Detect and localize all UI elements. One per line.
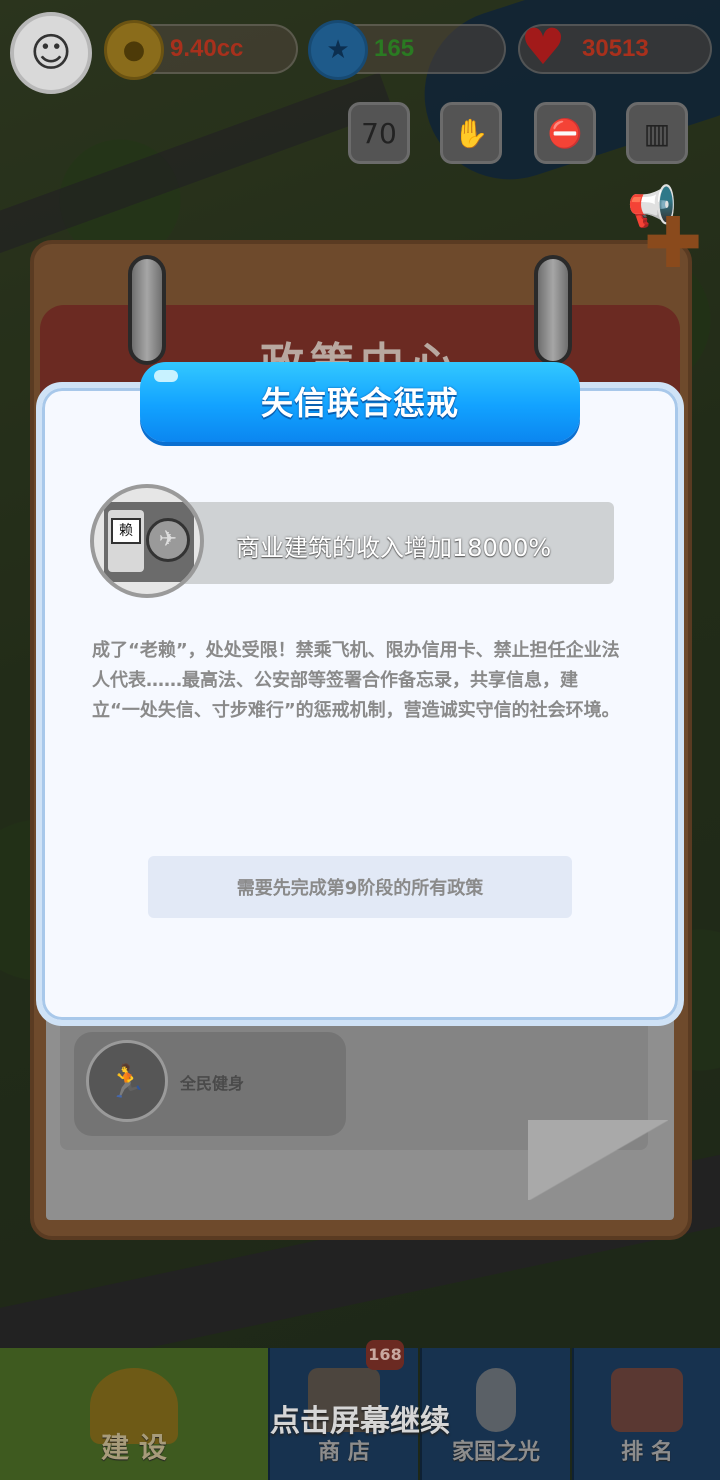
policy-card-label: 全民健身 bbox=[180, 1074, 245, 1093]
binder-ring-right bbox=[534, 255, 572, 365]
heart-counter[interactable]: ♥ 30513 bbox=[518, 18, 712, 76]
star-icon: ★ bbox=[308, 20, 368, 80]
policy-description: 成了“老赖”，处处受限！禁乘飞机、限办信用卡、禁止担任企业法人代表……最高法、公… bbox=[92, 640, 620, 721]
handshake-icon[interactable]: ✋ bbox=[440, 102, 502, 164]
anti-fraud-icon[interactable]: ⛔ bbox=[534, 102, 596, 164]
shop-badge: 168 bbox=[366, 1340, 404, 1370]
close-icon[interactable]: ✚ bbox=[642, 208, 704, 278]
heart-icon: ♥ bbox=[520, 18, 566, 76]
requirement-box: 需要先完成第9阶段的所有政策 bbox=[148, 856, 572, 918]
player-avatar[interactable]: ☺ bbox=[10, 12, 92, 94]
tap-to-continue[interactable]: 点击屏幕继续 bbox=[0, 1396, 720, 1440]
coin-icon: ● bbox=[104, 20, 164, 80]
modal-title-banner: 失信联合惩戒 bbox=[140, 362, 580, 442]
policy-effect-text: 商业建筑的收入增加18000% bbox=[236, 534, 552, 562]
heart-value: 30513 bbox=[582, 35, 649, 62]
policy-dishonesty-icon: 赖 ✈ bbox=[90, 484, 204, 598]
avatar-face-icon: ☺ bbox=[30, 30, 72, 76]
coin-value: 9.40cc bbox=[170, 35, 244, 62]
policy-card-fitness[interactable]: 🏃 全民健身 bbox=[74, 1032, 346, 1136]
stamp-label: 赖 bbox=[111, 518, 141, 544]
coin-counter[interactable]: ● 9.40cc bbox=[104, 20, 298, 80]
no-flight-icon: ✈ bbox=[146, 518, 190, 562]
modal-title: 失信联合惩戒 bbox=[260, 384, 459, 422]
anniversary-70-icon[interactable]: 70 bbox=[348, 102, 410, 164]
requirement-text: 需要先完成第9阶段的所有政策 bbox=[236, 878, 484, 899]
star-value: 165 bbox=[374, 35, 415, 62]
city-skyline-icon[interactable]: ▥ bbox=[626, 102, 688, 164]
page-curl bbox=[528, 1120, 668, 1200]
binder-ring-left bbox=[128, 255, 166, 365]
running-people-icon: 🏃 bbox=[86, 1040, 168, 1122]
star-counter[interactable]: ★ 165 bbox=[308, 20, 506, 80]
